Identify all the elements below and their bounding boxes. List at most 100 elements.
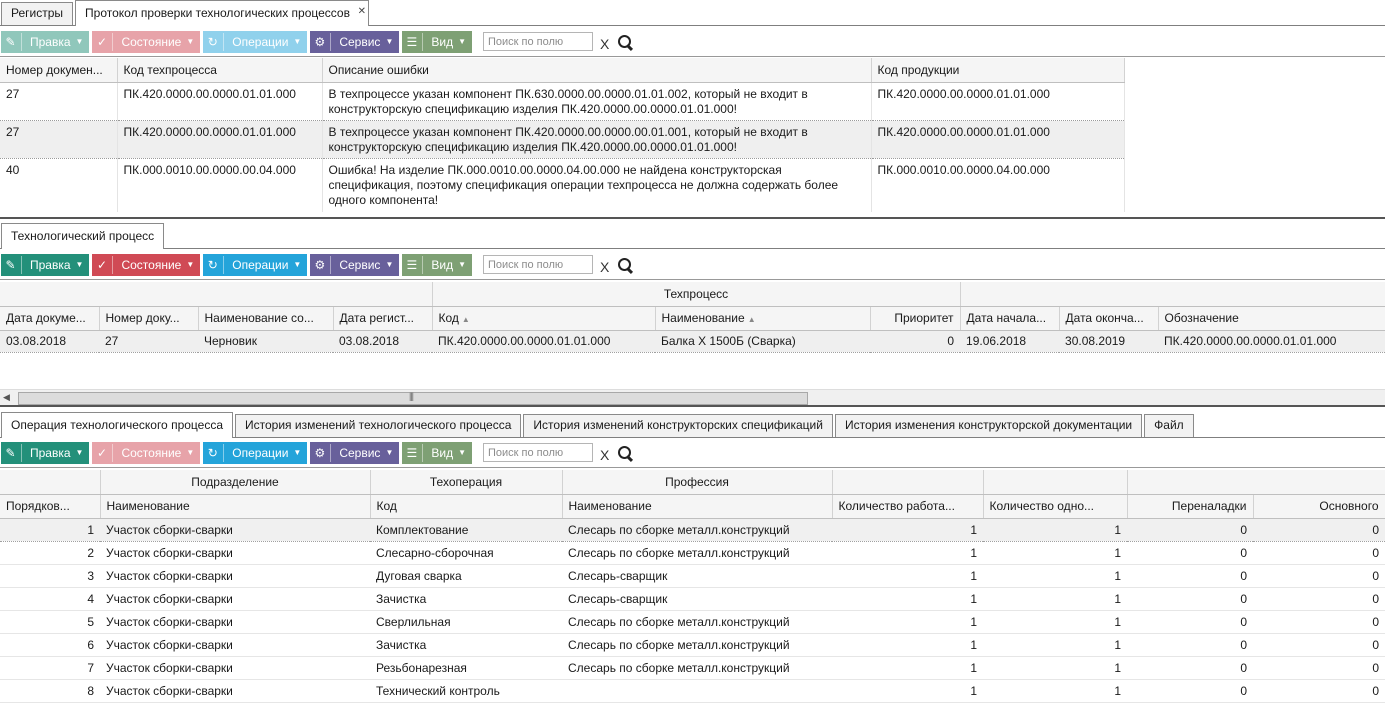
column-header[interactable]: Номер доку... — [99, 306, 199, 331]
cell-profession: Слесарь по сборке металл.конструкций — [562, 541, 832, 565]
table-row[interactable]: 40 ПК.000.0010.00.0000.00.04.000 Ошибка!… — [0, 158, 1125, 212]
cell-doc-date: 03.08.2018 — [0, 329, 99, 353]
table-row[interactable]: 27 ПК.420.0000.00.0000.01.01.000 В техпр… — [0, 82, 1125, 120]
view-button[interactable]: ☰ Вид ▼ — [402, 30, 472, 53]
table-row[interactable]: 5 Участок сборки-сварки Сверлильная Слесарь… — [0, 610, 1385, 634]
button-label: Правка — [30, 445, 71, 460]
clear-search-button[interactable]: X — [600, 447, 609, 463]
column-header[interactable]: Наименование со... — [198, 306, 334, 331]
service-button[interactable]: ⚙ Сервис ▼ — [310, 253, 400, 276]
button-label: Операции — [232, 257, 289, 272]
cell-state-name: Черновик — [198, 329, 333, 353]
scrollbar-thumb[interactable]: ||| — [18, 391, 808, 405]
column-header[interactable]: Дата начала... — [960, 306, 1060, 331]
tab-label: История изменений конструкторских специф… — [533, 418, 823, 432]
column-header[interactable]: Дата оконча... — [1059, 306, 1159, 331]
cell-main: 0 — [1253, 587, 1385, 611]
chevron-down-icon: ▼ — [75, 448, 84, 457]
table-row[interactable]: 3 Участок сборки-сварки Дуговая сварка Слес… — [0, 564, 1385, 588]
search-icon[interactable] — [617, 445, 633, 461]
cell-simultaneous: 1 — [983, 564, 1127, 588]
column-header[interactable]: Код техпроцесса — [117, 58, 323, 83]
search-input[interactable] — [483, 32, 593, 51]
splitter[interactable] — [0, 405, 1385, 407]
column-header[interactable]: Дата регист... — [333, 306, 433, 331]
search-icon[interactable] — [617, 34, 633, 50]
service-button[interactable]: ⚙ Сервис ▼ — [310, 30, 400, 53]
group-header-operation: Техоперация — [370, 470, 563, 495]
clear-search-button[interactable]: X — [600, 259, 609, 275]
column-header[interactable]: Обозначение — [1158, 306, 1385, 331]
operations-button[interactable]: ↻ Операции ▼ — [203, 30, 308, 53]
tab-file[interactable]: Файл — [1144, 414, 1194, 437]
tab-process-history[interactable]: История изменений технологического проце… — [235, 414, 522, 437]
tab-operation[interactable]: Операция технологического процесса — [1, 412, 233, 438]
splitter[interactable] — [0, 217, 1385, 219]
column-header[interactable]: Описание ошибки — [322, 58, 872, 83]
service-button[interactable]: ⚙ Сервис ▼ — [310, 441, 400, 464]
table-row[interactable]: 27 ПК.420.0000.00.0000.01.01.000 В техпр… — [0, 119, 1125, 159]
operations-button[interactable]: ↻ Операции ▼ — [203, 441, 308, 464]
table-row[interactable]: 4 Участок сборки-сварки Зачистка Слесарь-св… — [0, 587, 1385, 611]
column-header[interactable]: Наименование — [562, 494, 833, 519]
cell-order: 8 — [0, 679, 100, 703]
view-button[interactable]: ☰ Вид ▼ — [402, 441, 472, 464]
tab-docs-history[interactable]: История изменения конструкторской докуме… — [834, 414, 1143, 437]
column-header[interactable]: Порядков... — [0, 494, 101, 519]
cell-operation: Дуговая сварка — [370, 564, 562, 588]
refresh-icon: ↻ — [206, 443, 225, 462]
table-row[interactable]: 7 Участок сборки-сварки Резьбонарезная Слес… — [0, 656, 1385, 680]
column-header[interactable]: Код — [370, 494, 563, 519]
cell-department: Участок сборки-сварки — [100, 541, 370, 565]
state-button[interactable]: ✓ Состояние ▼ — [92, 441, 201, 464]
edit-button[interactable]: ✎ Правка ▼ — [1, 253, 90, 276]
table-row[interactable]: 8 Участок сборки-сварки Технический контро… — [0, 679, 1385, 703]
group-header-process: Техпроцесс — [432, 282, 961, 307]
column-header-name[interactable]: Наименование ▲ — [655, 306, 871, 331]
column-header[interactable]: Основного — [1253, 494, 1385, 519]
table-row[interactable]: 2 Участок сборки-сварки Слесарно-сборочная… — [0, 541, 1385, 565]
column-header[interactable]: Приоритет — [870, 306, 961, 331]
table-row[interactable]: 1 Участок сборки-сварки Комплектование Слес… — [0, 517, 1385, 542]
edit-button[interactable]: ✎ Правка ▼ — [1, 30, 90, 53]
cell-operation: Резьбонарезная — [370, 656, 562, 680]
column-header[interactable]: Количество одно... — [983, 494, 1128, 519]
cell-workers: 1 — [832, 541, 983, 565]
button-label: Вид — [431, 445, 454, 460]
column-header[interactable]: Наименование — [100, 494, 371, 519]
tab-protocol[interactable]: Протокол проверки технологических процес… — [75, 0, 369, 26]
empty-header — [0, 282, 433, 307]
cell-setup: 0 — [1127, 564, 1253, 588]
button-label: Сервис — [339, 445, 381, 460]
cell-order: 6 — [0, 633, 100, 657]
state-button[interactable]: ✓ Состояние ▼ — [92, 253, 201, 276]
state-button[interactable]: ✓ Состояние ▼ — [92, 30, 201, 53]
cell-order: 5 — [0, 610, 100, 634]
close-icon[interactable]: ✕ — [358, 0, 366, 24]
tab-spec-history[interactable]: История изменений конструкторских специф… — [523, 414, 833, 437]
column-header[interactable]: Номер докумен... — [0, 58, 118, 83]
column-header[interactable]: Количество работа... — [832, 494, 984, 519]
scroll-left-icon[interactable]: ◀ — [3, 392, 10, 403]
horizontal-scrollbar[interactable]: ◀ ||| — [0, 389, 1385, 406]
button-label: Состояние — [121, 34, 182, 49]
operations-button[interactable]: ↻ Операции ▼ — [203, 253, 308, 276]
cell-department: Участок сборки-сварки — [100, 633, 370, 657]
column-header-code[interactable]: Код ▲ — [432, 306, 656, 331]
search-input[interactable] — [483, 443, 593, 462]
edit-button[interactable]: ✎ Правка ▼ — [1, 441, 90, 464]
search-input[interactable] — [483, 255, 593, 274]
cell-profession: Слесарь по сборке металл.конструкций — [562, 610, 832, 634]
view-button[interactable]: ☰ Вид ▼ — [402, 253, 472, 276]
cell-reg-date: 03.08.2018 — [333, 329, 432, 353]
table-row[interactable]: 6 Участок сборки-сварки Зачистка Слесарь по… — [0, 633, 1385, 657]
table-row[interactable]: 03.08.2018 27 Черновик 03.08.2018 ПК.420… — [0, 329, 1385, 353]
column-header[interactable]: Дата докуме... — [0, 306, 100, 331]
tab-process[interactable]: Технологический процесс — [1, 223, 165, 249]
column-header[interactable]: Переналадки — [1127, 494, 1254, 519]
column-header[interactable]: Код продукции — [871, 58, 1125, 83]
search-icon[interactable] — [617, 257, 633, 273]
cell-main: 0 — [1253, 633, 1385, 657]
clear-search-button[interactable]: X — [600, 36, 609, 52]
tab-registers[interactable]: Регистры — [1, 2, 74, 25]
